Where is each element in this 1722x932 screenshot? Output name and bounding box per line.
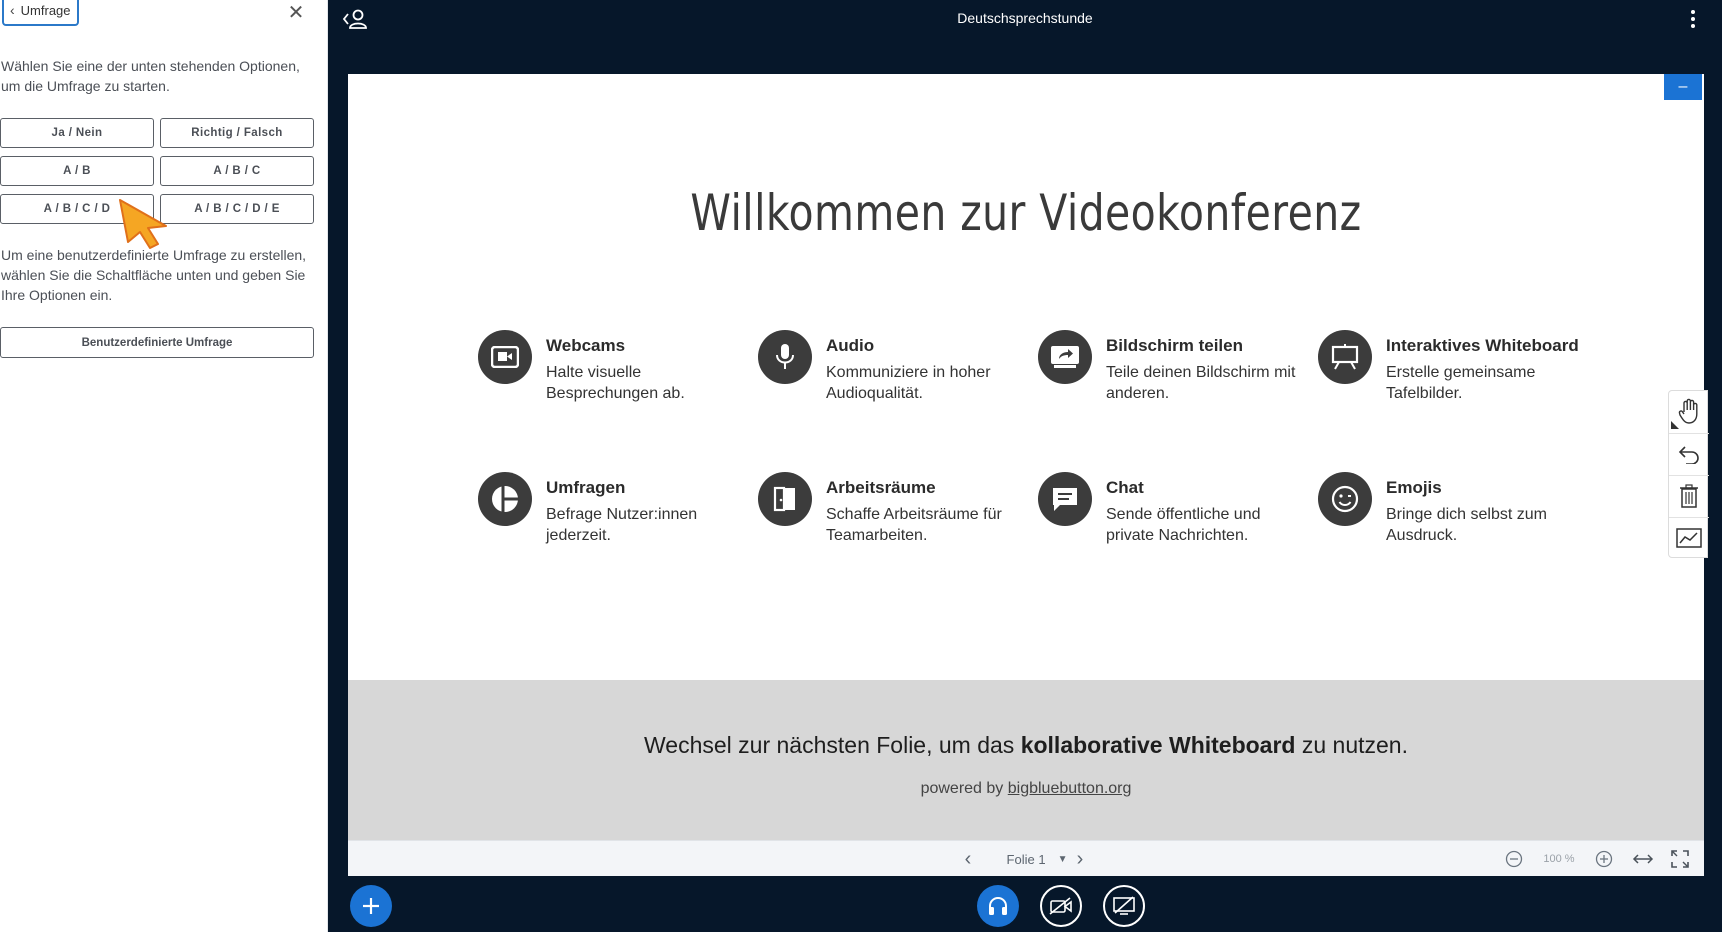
hand-tool-button[interactable]	[1669, 391, 1709, 431]
hand-icon	[1678, 398, 1698, 424]
poll-sidebar: ‹ Umfrage ✕ Wählen Sie eine der unten st…	[0, 0, 328, 932]
emoji-icon	[1318, 472, 1372, 526]
feature-audio: Audio Kommuniziere in hoher Audioqualitä…	[758, 330, 1018, 420]
minimize-presentation-button[interactable]: –	[1664, 74, 1702, 100]
chat-icon	[1038, 472, 1092, 526]
mouse-cursor-icon	[119, 199, 167, 249]
custom-poll-button[interactable]: Benutzerdefinierte Umfrage	[0, 327, 314, 358]
plus-icon	[363, 898, 379, 914]
feature-title: Umfragen	[546, 478, 626, 497]
presentation-controls: ‹ Folie 1 ▼ › 100 %	[348, 840, 1704, 876]
feature-title: Webcams	[546, 336, 626, 355]
feature-polls: Umfragen Befrage Nutzer:innen jederzeit.	[478, 472, 738, 562]
headphones-icon	[989, 897, 1007, 915]
feature-description: Bringe dich selbst zum Ausdruck.	[1386, 506, 1547, 544]
undo-button[interactable]	[1669, 433, 1709, 473]
feature-title: Interaktives Whiteboard	[1386, 336, 1579, 355]
feature-description: Schaffe Arbeitsräume für Teamarbeiten.	[826, 506, 1002, 544]
feature-description: Kommuniziere in hoher Audioqualität.	[826, 364, 991, 402]
chevron-left-icon: ‹	[10, 2, 15, 18]
powered-by-text: powered by bigbluebutton.org	[348, 780, 1704, 798]
zoom-out-icon[interactable]	[1502, 848, 1526, 870]
microphone-icon	[758, 330, 812, 384]
whiteboard-chart-icon	[1676, 527, 1702, 548]
webcam-off-icon	[1049, 897, 1072, 915]
feature-webcams: Webcams Halte visuelle Besprechungen ab.	[478, 330, 738, 420]
webcam-icon	[478, 330, 532, 384]
previous-slide-icon[interactable]: ‹	[958, 848, 978, 870]
feature-screen-share: Bildschirm teilen Teile deinen Bildschir…	[1038, 330, 1298, 420]
poll-option-abc[interactable]: A / B / C	[160, 156, 314, 186]
feature-description: Halte visuelle Besprechungen ab.	[546, 364, 685, 402]
feature-chat: Chat Sende öffentliche und private Nachr…	[1038, 472, 1298, 562]
close-icon[interactable]: ✕	[286, 0, 306, 25]
meeting-title: Deutschsprechstunde	[957, 10, 1093, 26]
feature-description: Teile deinen Bildschirm mit anderen.	[1106, 364, 1296, 402]
feature-description: Befrage Nutzer:innen jederzeit.	[546, 506, 698, 544]
screen-share-icon	[1038, 330, 1092, 384]
footer-text-post: zu nutzen.	[1295, 732, 1408, 758]
poll-option-abcde[interactable]: A / B / C / D / E	[160, 194, 314, 224]
feature-title: Arbeitsräume	[826, 478, 936, 497]
footer-text-bold: kollaborative Whiteboard	[1020, 732, 1296, 758]
slide-selector-label: Folie 1	[1006, 851, 1046, 867]
feature-breakout-rooms: Arbeitsräume Schaffe Arbeitsräume für Te…	[758, 472, 1018, 562]
feature-title: Bildschirm teilen	[1106, 336, 1243, 355]
feature-title: Chat	[1106, 478, 1144, 497]
screen-share-toggle-button[interactable]	[1103, 885, 1145, 927]
slide-selector[interactable]: Folie 1 ▼	[992, 848, 1082, 870]
zoom-level[interactable]: 100 %	[1534, 848, 1584, 870]
feature-whiteboard: Interaktives Whiteboard Erstelle gemeins…	[1318, 330, 1579, 420]
trash-icon	[1680, 483, 1698, 508]
back-button-label: Umfrage	[20, 2, 71, 18]
poll-option-ab[interactable]: A / B	[0, 156, 154, 186]
clear-button[interactable]	[1669, 475, 1709, 515]
fit-to-width-icon[interactable]	[1630, 848, 1656, 870]
fullscreen-icon[interactable]	[1668, 848, 1692, 870]
multi-user-whiteboard-button[interactable]	[1669, 517, 1709, 557]
next-slide-icon[interactable]: ›	[1070, 848, 1090, 870]
feature-description: Sende öffentliche und private Nachrichte…	[1106, 506, 1261, 544]
top-bar: Deutschsprechstunde	[328, 0, 1722, 40]
poll-option-yes-no[interactable]: Ja / Nein	[0, 118, 154, 148]
webcam-toggle-button[interactable]	[1040, 885, 1082, 927]
zoom-in-icon[interactable]	[1592, 848, 1616, 870]
poll-option-true-false[interactable]: Richtig / Falsch	[160, 118, 314, 148]
feature-emojis: Emojis Bringe dich selbst zum Ausdruck.	[1318, 472, 1578, 562]
whiteboard-toolbar	[1668, 390, 1709, 558]
undo-icon	[1678, 445, 1699, 464]
options-menu-icon[interactable]	[1690, 10, 1696, 28]
chevron-down-icon: ▼	[1057, 853, 1068, 865]
custom-poll-intro-text: Um eine benutzerdefinierte Umfrage zu er…	[1, 247, 307, 303]
whiteboard-icon	[1318, 330, 1372, 384]
poll-icon	[478, 472, 532, 526]
actions-plus-button[interactable]	[350, 885, 392, 927]
powered-by-label: powered by	[920, 780, 1008, 797]
feature-description: Erstelle gemeinsame Tafelbilder.	[1386, 364, 1536, 402]
feature-title: Emojis	[1386, 478, 1442, 497]
presentation-slide: Willkommen zur Videokonferenz Webcams Ha…	[348, 74, 1704, 840]
feature-title: Audio	[826, 336, 875, 355]
slide-footer-text: Wechsel zur nächsten Folie, um das kolla…	[348, 732, 1704, 759]
back-button[interactable]: ‹ Umfrage	[2, 0, 79, 26]
breakout-room-icon	[758, 472, 812, 526]
screen-share-off-icon	[1113, 896, 1135, 915]
slide-title: Willkommen zur Videokonferenz	[690, 184, 1362, 242]
slide-footer: Wechsel zur nächsten Folie, um das kolla…	[348, 680, 1704, 840]
audio-button[interactable]	[977, 885, 1019, 927]
bigbluebutton-link[interactable]: bigbluebutton.org	[1008, 780, 1132, 797]
poll-intro-text: Wählen Sie eine der unten stehenden Opti…	[1, 58, 300, 94]
footer-text-pre: Wechsel zur nächsten Folie, um das	[644, 732, 1021, 758]
